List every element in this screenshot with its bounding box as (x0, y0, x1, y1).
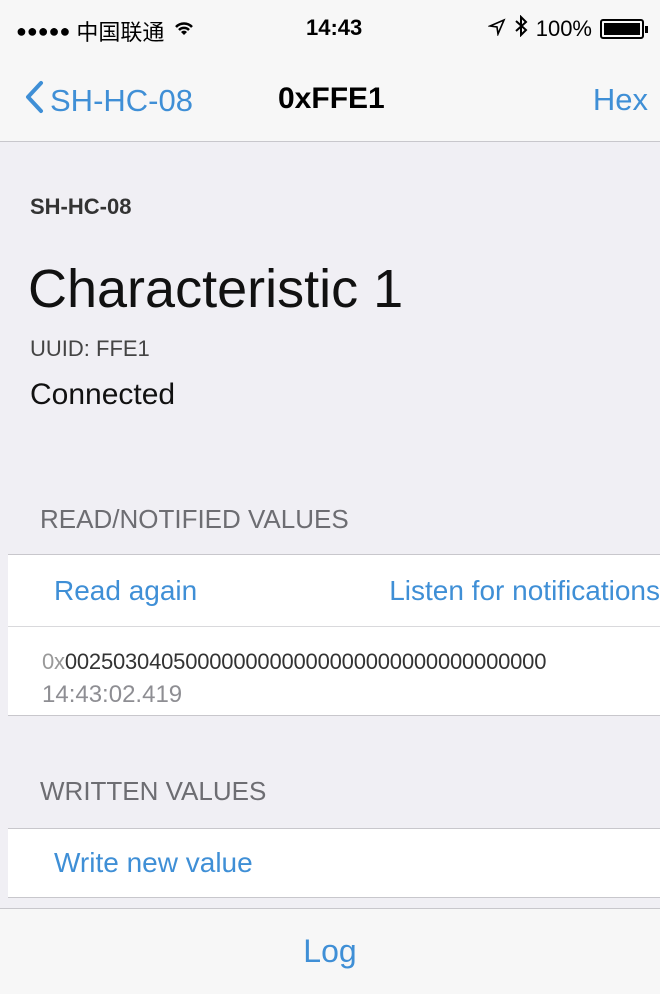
bluetooth-icon (514, 14, 528, 43)
battery-icon (600, 19, 648, 39)
write-new-value-button[interactable]: Write new value (54, 847, 253, 879)
wifi-icon (172, 19, 196, 43)
screen: ●●●●● 中国联通 14:43 100% SH-HC-08 0xFFE1 He… (0, 0, 660, 994)
read-actions-row: Read again Listen for notifications (8, 555, 660, 627)
characteristic-title: Characteristic 1 (28, 259, 404, 319)
read-section-header: READ/NOTIFIED VALUES (40, 504, 349, 534)
device-name: SH-HC-08 (30, 194, 132, 219)
write-row: Write new value (8, 829, 660, 897)
status-left: ●●●●● 中国联通 (16, 15, 196, 47)
listen-notifications-button[interactable]: Listen for notifications (389, 575, 660, 607)
written-section-header: WRITTEN VALUES (40, 776, 267, 806)
read-again-button[interactable]: Read again (54, 575, 197, 607)
hex-value-text: 0025030405000000000000000000000000000000 (64, 649, 547, 674)
hex-prefix: 0x (42, 649, 65, 674)
status-right: 100% (480, 14, 648, 43)
uuid-label: UUID: FFE1 (30, 336, 150, 361)
written-values-group: Write new value (8, 828, 660, 898)
hex-toggle-button[interactable]: Hex (593, 82, 648, 118)
read-values-group: Read again Listen for notifications 0x00… (8, 554, 660, 716)
nav-bar: SH-HC-08 0xFFE1 Hex (0, 56, 660, 142)
clock: 14:43 (306, 15, 363, 40)
battery-percent: 100% (535, 16, 592, 41)
value-row: 0x00250304050000000000000000000000000000… (8, 627, 660, 715)
signal-strength-icon: ●●●●● (16, 20, 71, 41)
status-bar: ●●●●● 中国联通 14:43 100% (0, 0, 660, 56)
log-button[interactable]: Log (303, 933, 356, 970)
nav-title: 0xFFE1 (278, 82, 385, 115)
value-timestamp: 14:43:02.419 (42, 681, 183, 708)
back-label: SH-HC-08 (50, 82, 193, 118)
location-icon (486, 16, 506, 42)
carrier-label: 中国联通 (76, 20, 165, 45)
hex-value: 0x00250304050000000000000000000000000000… (42, 649, 660, 675)
back-button[interactable]: SH-HC-08 (24, 80, 193, 121)
chevron-left-icon (24, 80, 44, 121)
connection-status: Connected (30, 378, 176, 411)
log-bar: Log (0, 908, 660, 994)
